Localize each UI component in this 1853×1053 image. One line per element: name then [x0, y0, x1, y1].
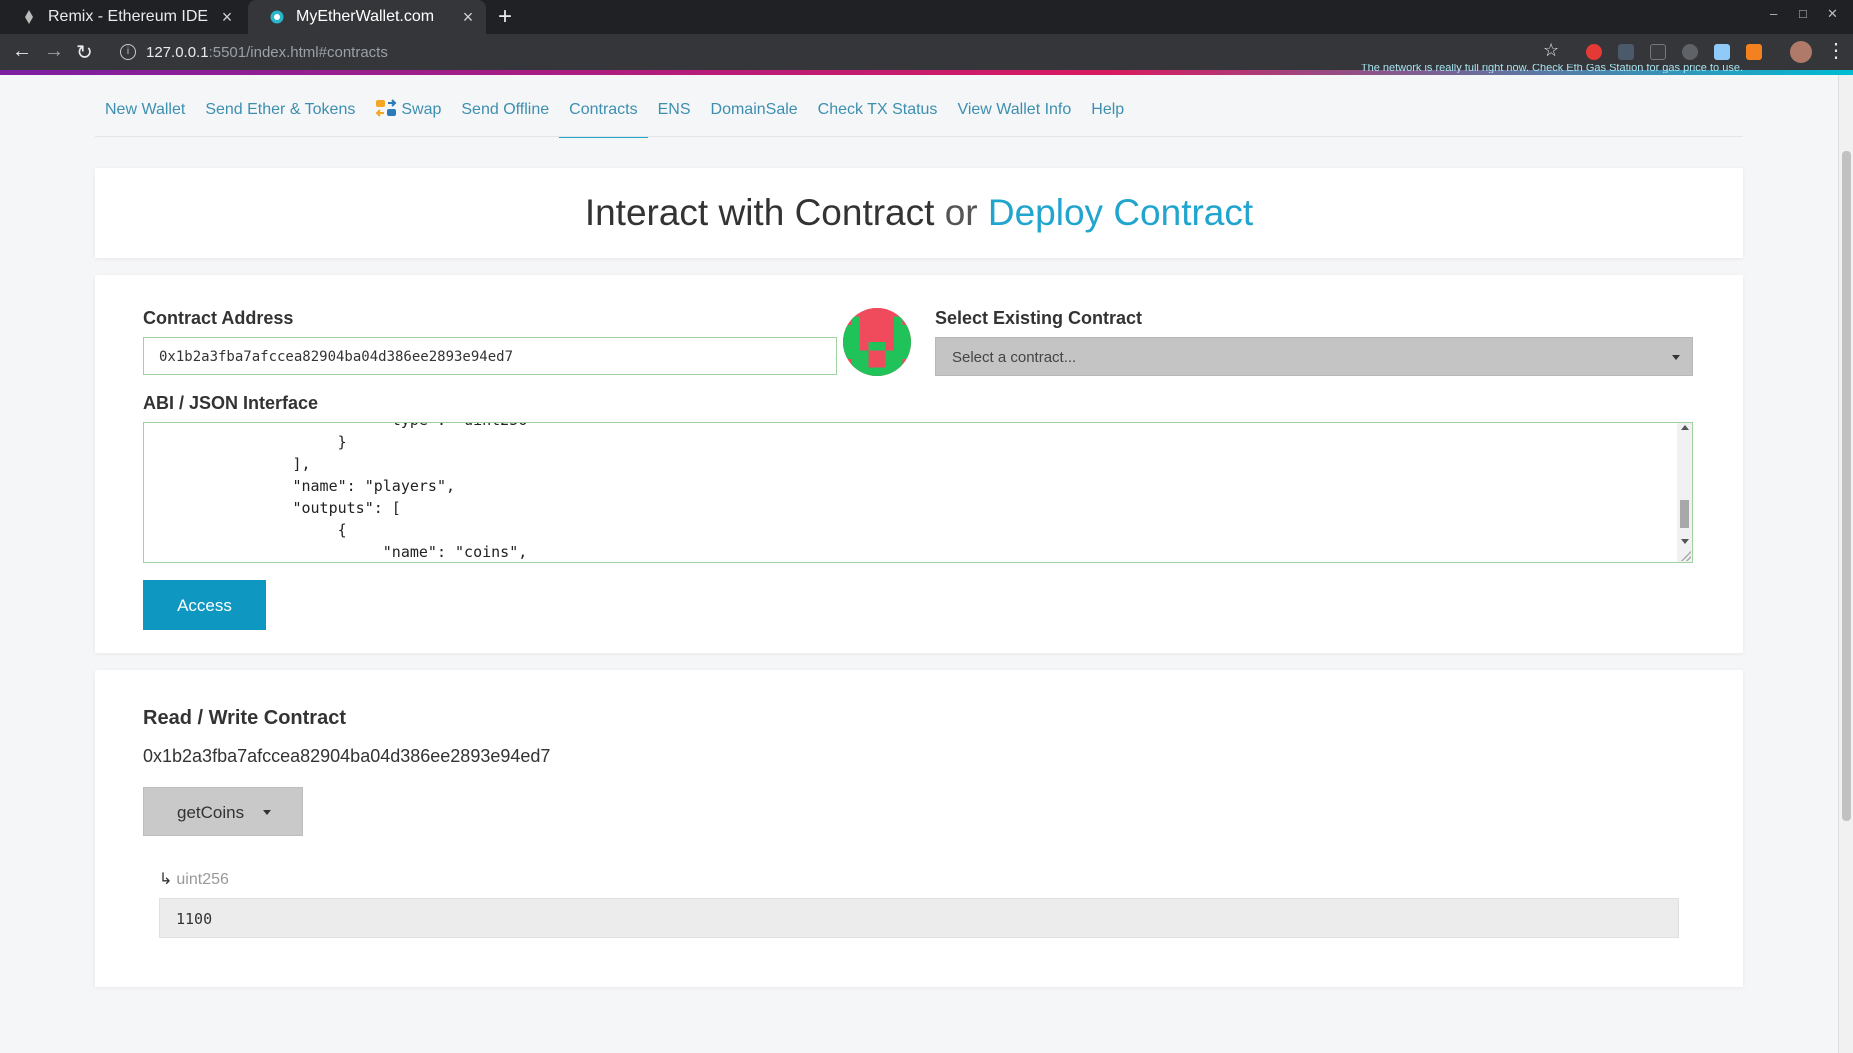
browser-tab-bar: Remix - Ethereum IDE × MyEtherWallet.com…	[0, 0, 1853, 34]
extension-icon[interactable]	[1586, 44, 1602, 60]
read-write-panel: Read / Write Contract 0x1b2a3fba7afccea8…	[95, 670, 1743, 987]
reload-icon[interactable]: ↻	[76, 40, 93, 65]
function-select-button[interactable]: getCoins	[143, 787, 303, 836]
resize-handle-icon[interactable]	[1681, 551, 1691, 561]
network-notice: The network is really full right now. Ch…	[1360, 64, 1743, 73]
page-scrollbar[interactable]	[1838, 75, 1853, 1053]
address-identicon	[843, 308, 911, 376]
menu-icon[interactable]: ⋮	[1826, 38, 1846, 63]
nav-divider	[95, 136, 1743, 137]
nav-view-wallet-info[interactable]: View Wallet Info	[947, 96, 1081, 136]
interact-heading: Interact with Contract	[584, 192, 935, 233]
nav-swap-label: Swap	[401, 101, 442, 118]
remix-icon	[22, 10, 36, 24]
new-tab-icon[interactable]: +	[498, 3, 512, 31]
return-arrow-icon: ↳	[159, 871, 173, 888]
maximize-icon[interactable]: □	[1799, 6, 1807, 21]
minimize-icon[interactable]: –	[1770, 6, 1777, 21]
or-text: or	[944, 192, 978, 233]
output-value: 1100	[159, 898, 1679, 938]
abi-label: ABI / JSON Interface	[143, 393, 319, 413]
nav-ens[interactable]: ENS	[648, 96, 701, 136]
abi-text: "type": "uint256" } ], "name": "players"…	[292, 423, 536, 561]
nav-domainsale[interactable]: DomainSale	[701, 96, 808, 136]
nav-help[interactable]: Help	[1081, 96, 1134, 136]
swap-icon	[375, 98, 397, 118]
extension-icon[interactable]	[1682, 44, 1698, 60]
contract-select-value: Select a contract...	[952, 349, 1077, 366]
url-path: :5501/index.html#contracts	[208, 43, 388, 61]
select-existing-contract-label: Select Existing Contract	[935, 308, 1143, 328]
close-icon[interactable]: ×	[215, 7, 239, 28]
chevron-down-icon	[1672, 355, 1680, 360]
close-icon[interactable]: ×	[456, 7, 480, 28]
deploy-contract-link[interactable]: Deploy Contract	[988, 192, 1253, 233]
tab-title: MyEtherWallet.com	[296, 8, 435, 25]
tab-myetherwallet[interactable]: MyEtherWallet.com ×	[248, 0, 486, 34]
forward-icon[interactable]: →	[44, 40, 64, 63]
extension-icon[interactable]	[1714, 44, 1730, 60]
chevron-down-icon	[263, 810, 271, 815]
access-button[interactable]: Access	[143, 580, 266, 630]
avatar[interactable]	[1790, 41, 1812, 63]
textarea-scrollbar[interactable]	[1677, 423, 1692, 562]
page-title-panel: Interact with Contract or Deploy Contrac…	[95, 168, 1743, 258]
back-icon[interactable]: ←	[12, 40, 32, 63]
tab-title: Remix - Ethereum IDE	[48, 8, 209, 25]
window-close-icon[interactable]: ✕	[1827, 6, 1838, 22]
contract-address-display: 0x1b2a3fba7afccea82904ba04d386ee2893e94e…	[143, 746, 551, 766]
url-host: 127.0.0.1	[146, 43, 209, 61]
contract-select[interactable]: Select a contract...	[935, 337, 1693, 376]
abi-textarea[interactable]: "type": "uint256" } ], "name": "players"…	[143, 422, 1693, 563]
myetherwallet-icon	[270, 10, 284, 24]
tab-remix[interactable]: Remix - Ethereum IDE ×	[0, 0, 245, 34]
nav-swap[interactable]: Swap	[365, 96, 451, 136]
nav-new-wallet[interactable]: New Wallet	[95, 96, 195, 136]
scrollbar-thumb[interactable]	[1680, 500, 1689, 528]
nav-check-tx-status[interactable]: Check TX Status	[808, 96, 948, 136]
function-select-label: getCoins	[177, 803, 245, 822]
contract-form-panel: Contract Address 0x1b2a3fba7afccea82904b…	[95, 275, 1743, 653]
nav-contracts[interactable]: Contracts	[559, 96, 648, 138]
extension-icon[interactable]	[1618, 44, 1634, 60]
output-type: uint256	[176, 871, 229, 888]
contract-address-input[interactable]: 0x1b2a3fba7afccea82904ba04d386ee2893e94e…	[143, 337, 837, 375]
star-icon[interactable]: ☆	[1543, 40, 1559, 61]
info-icon[interactable]: i	[120, 44, 136, 60]
address-bar[interactable]: i 127.0.0.1:5501/index.html#contracts	[110, 37, 1540, 67]
scrollbar-thumb[interactable]	[1842, 151, 1851, 821]
extension-icon[interactable]	[1650, 44, 1666, 60]
scroll-up-icon[interactable]	[1681, 425, 1689, 430]
main-nav: New Wallet Send Ether & Tokens Swap Send…	[95, 96, 1134, 138]
scroll-down-icon[interactable]	[1681, 539, 1689, 544]
metamask-icon[interactable]	[1746, 44, 1762, 60]
output-type-label: ↳ uint256	[159, 869, 229, 889]
contract-address-label: Contract Address	[143, 308, 294, 328]
nav-send-ether-tokens[interactable]: Send Ether & Tokens	[195, 96, 365, 136]
read-write-title: Read / Write Contract	[143, 707, 346, 729]
nav-send-offline[interactable]: Send Offline	[451, 96, 559, 136]
page-title: Interact with Contract or Deploy Contrac…	[95, 168, 1743, 258]
